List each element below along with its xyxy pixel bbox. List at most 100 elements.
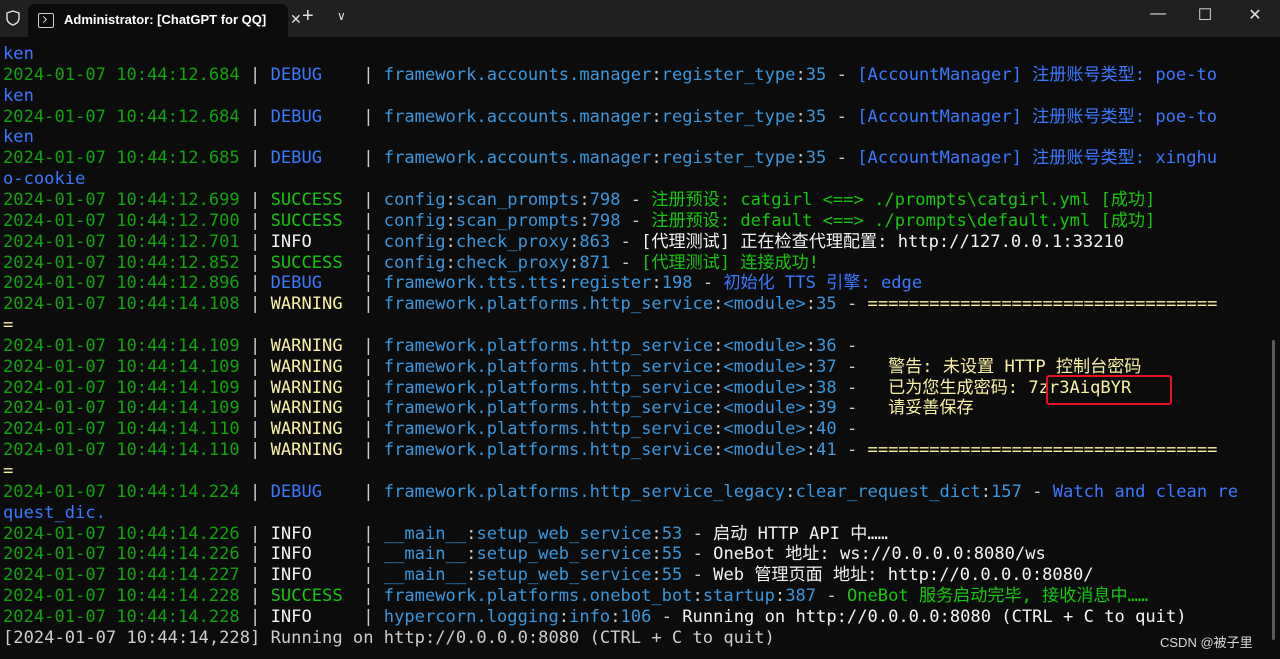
log-segment: framework.platforms.http_service [383,419,714,440]
log-line: 2024-01-07 10:44:14.109 | WARNING | fram… [3,398,974,419]
log-segment: WARNING [270,419,353,440]
log-line: ken [3,86,34,107]
log-segment: 2024-01-07 10:44:14.108 [3,294,240,315]
log-segment: framework.accounts.manager [383,64,652,85]
log-segment: | [352,106,384,127]
shield-icon [6,10,20,26]
log-segment: | [239,606,271,627]
log-segment: clear_request_dict [795,481,981,502]
log-segment: | [352,356,384,377]
log-segment: - [682,523,714,544]
log-segment: quest_dic. [3,502,106,523]
log-line: quest_dic. [3,503,106,524]
log-segment: - [692,273,724,294]
log-segment: | [352,398,384,419]
log-line: = [3,315,13,336]
log-segment: scan_prompts [455,189,580,210]
log-segment: - [1021,481,1053,502]
log-segment: framework.accounts.manager [383,106,652,127]
log-segment: | [239,294,271,315]
log-segment: - [836,398,868,419]
log-segment: | [239,565,271,586]
log-segment: 2024-01-07 10:44:12.699 [3,189,240,210]
log-segment: 2024-01-07 10:44:14.110 [3,419,240,440]
log-segment: register_type [661,64,796,85]
log-segment: framework.platforms.http_service [383,398,714,419]
log-line: 2024-01-07 10:44:14.110 | WARNING | fram… [3,440,1217,461]
log-segment: - [836,294,868,315]
log-segment: SUCCESS [270,586,353,607]
log-segment: - [836,419,868,440]
log-segment: : [795,148,806,169]
log-segment: DEBUG [270,481,353,502]
log-segment: - [836,440,868,461]
log-segment: : [713,356,724,377]
log-segment: [AccountManager] 注册账号类型: poe-to [857,64,1218,85]
log-segment: - [651,606,683,627]
tab-close-icon[interactable]: ✕ [290,11,302,28]
log-segment: 2024-01-07 10:44:14.227 [3,565,240,586]
log-segment: 55 [661,565,683,586]
log-segment: 157 [991,481,1022,502]
log-segment: 2024-01-07 10:44:12.685 [3,148,240,169]
log-segment: : [651,544,662,565]
log-segment: check_proxy [455,231,570,252]
log-segment: WARNING [270,335,353,356]
log-segment: 2024-01-07 10:44:14.226 [3,544,240,565]
log-segment: WARNING [270,398,353,419]
log-segment: : [713,419,724,440]
log-line: 2024-01-07 10:44:14.226 | INFO | __main_… [3,524,888,545]
log-segment: 2024-01-07 10:44:12.684 [3,106,240,127]
log-segment: : [805,356,817,377]
log-segment: 106 [620,606,652,627]
new-tab-button[interactable]: + [302,5,314,28]
log-segment: INFO [270,523,353,544]
log-line: = [3,461,13,482]
title-bar: Administrator: [ChatGPT for QQ] ✕ + ∨ — … [0,0,1280,37]
log-line: 2024-01-07 10:44:14.228 | INFO | hyperco… [3,607,1187,628]
log-segment: ken [3,85,34,106]
log-segment: OneBot 服务启动完毕, 接收消息中…… [846,586,1149,607]
minimize-button[interactable]: — [1135,5,1181,29]
log-segment: setup_web_service [476,544,652,565]
log-segment: SUCCESS [270,189,353,210]
log-segment: | [352,419,384,440]
log-segment: : [651,273,662,294]
log-segment: : [558,606,570,627]
log-line: 2024-01-07 10:44:14.228 | SUCCESS | fram… [3,586,1148,607]
chevron-down-icon[interactable]: ∨ [337,9,346,23]
log-segment: 41 [816,440,837,461]
log-segment: 2024-01-07 10:44:14.224 [3,481,240,502]
log-segment: ================================== [867,294,1218,315]
log-segment: 53 [661,523,683,544]
log-line: 2024-01-07 10:44:14.227 | INFO | __main_… [3,565,1094,586]
log-segment: : [980,481,992,502]
scrollbar[interactable] [1272,340,1275,640]
log-segment: [AccountManager] 注册账号类型: xinghu [857,148,1218,169]
log-segment: 55 [661,544,683,565]
log-segment: [AccountManager] 注册账号类型: poe-to [857,106,1218,127]
log-segment: <module> [723,335,806,356]
log-segment: | [239,252,271,273]
log-segment: | [352,64,384,85]
log-segment: : [445,252,456,273]
log-segment: config [383,252,446,273]
log-segment: | [352,565,384,586]
log-line: ken [3,127,34,148]
close-button[interactable]: ✕ [1232,5,1278,29]
terminal-tab[interactable]: Administrator: [ChatGPT for QQ] ✕ [28,4,302,37]
log-segment: - [620,210,652,231]
terminal-output[interactable]: ken 2024-01-07 10:44:12.684 | DEBUG | fra… [0,37,1270,659]
maximize-button[interactable]: ☐ [1182,5,1228,29]
log-segment: 2024-01-07 10:44:14.109 [3,356,240,377]
log-segment: DEBUG [270,148,353,169]
log-segment: : [774,586,786,607]
log-segment: <module> [723,440,806,461]
log-segment: <module> [723,377,806,398]
log-segment: register [569,273,652,294]
log-segment: - [816,586,847,607]
log-segment: 37 [816,356,837,377]
log-segment: : [610,606,621,627]
log-segment: info [569,606,611,627]
log-segment: config [383,210,446,231]
